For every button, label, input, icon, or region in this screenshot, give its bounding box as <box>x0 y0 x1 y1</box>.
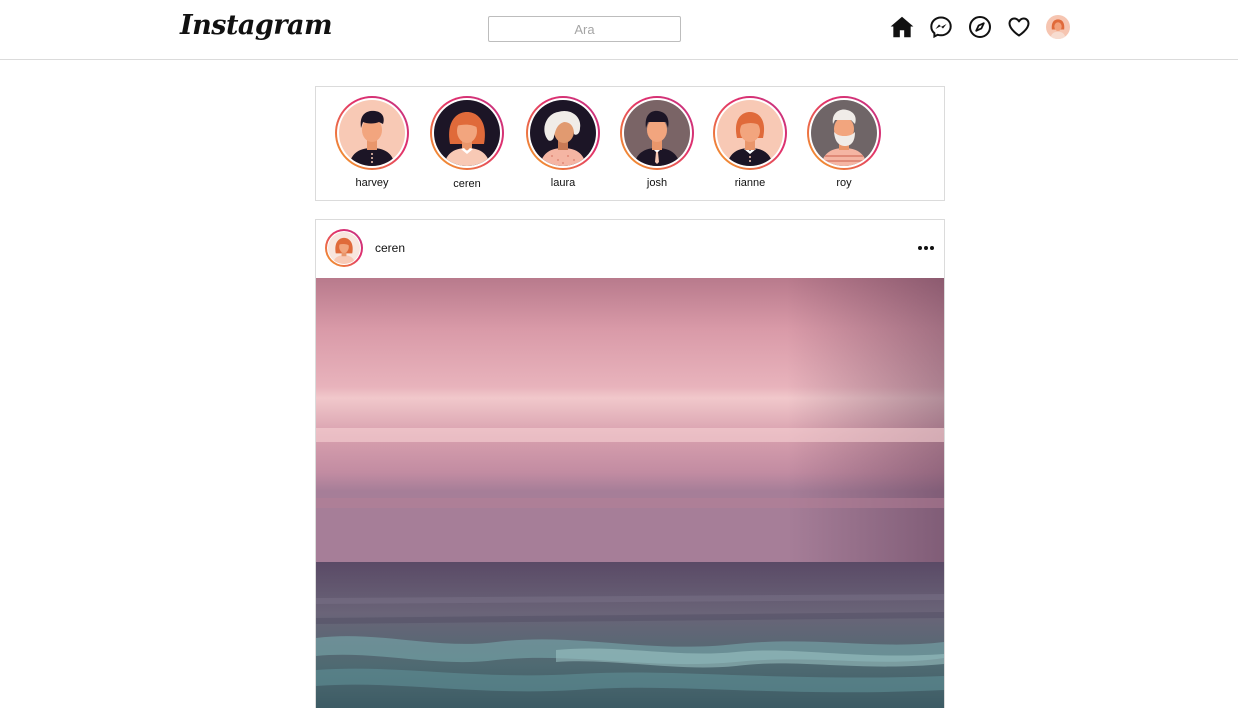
post-username[interactable]: ceren <box>375 241 405 255</box>
story-ceren[interactable]: ceren <box>428 96 506 190</box>
avatar <box>717 100 783 166</box>
top-navbar: Instagram <box>0 0 1238 60</box>
story-username: josh <box>646 177 668 189</box>
home-button[interactable] <box>889 14 915 40</box>
story-ring <box>620 96 694 170</box>
post-header: ceren <box>316 220 944 278</box>
home-icon <box>890 16 914 38</box>
search-input[interactable] <box>488 16 681 42</box>
instagram-logo[interactable]: Instagram <box>180 10 333 41</box>
story-ring <box>335 96 409 170</box>
story-josh[interactable]: josh <box>618 96 696 189</box>
more-options-button[interactable] <box>918 240 934 256</box>
explore-icon <box>969 16 991 38</box>
story-ring <box>430 96 504 170</box>
messenger-icon <box>930 16 952 39</box>
story-username: ceren <box>453 178 481 190</box>
story-harvey[interactable]: harvey <box>333 96 411 189</box>
avatar <box>434 100 500 166</box>
story-rianne[interactable]: rianne <box>711 96 789 189</box>
more-icon <box>918 246 922 250</box>
avatar <box>530 100 596 166</box>
activity-button[interactable] <box>1006 14 1032 40</box>
stories-bar: harvey ceren laura josh rianne roy <box>315 86 945 201</box>
story-ring <box>526 96 600 170</box>
feed-post: ceren <box>315 219 945 708</box>
story-username: laura <box>550 177 576 189</box>
story-username: roy <box>836 177 852 189</box>
story-ring <box>807 96 881 170</box>
heart-icon <box>1008 17 1030 37</box>
profile-avatar <box>1046 15 1070 39</box>
profile-button[interactable] <box>1045 14 1071 40</box>
story-laura[interactable]: laura <box>524 96 602 189</box>
story-username: harvey <box>355 177 389 189</box>
avatar <box>328 232 360 264</box>
avatar <box>811 100 877 166</box>
avatar <box>624 100 690 166</box>
messenger-button[interactable] <box>928 14 954 40</box>
avatar <box>339 100 405 166</box>
explore-button[interactable] <box>967 14 993 40</box>
nav-icons <box>889 14 1071 40</box>
story-ring <box>713 96 787 170</box>
post-avatar[interactable] <box>325 229 363 267</box>
story-username: rianne <box>734 177 766 189</box>
post-image[interactable] <box>316 278 944 708</box>
story-roy[interactable]: roy <box>805 96 883 189</box>
